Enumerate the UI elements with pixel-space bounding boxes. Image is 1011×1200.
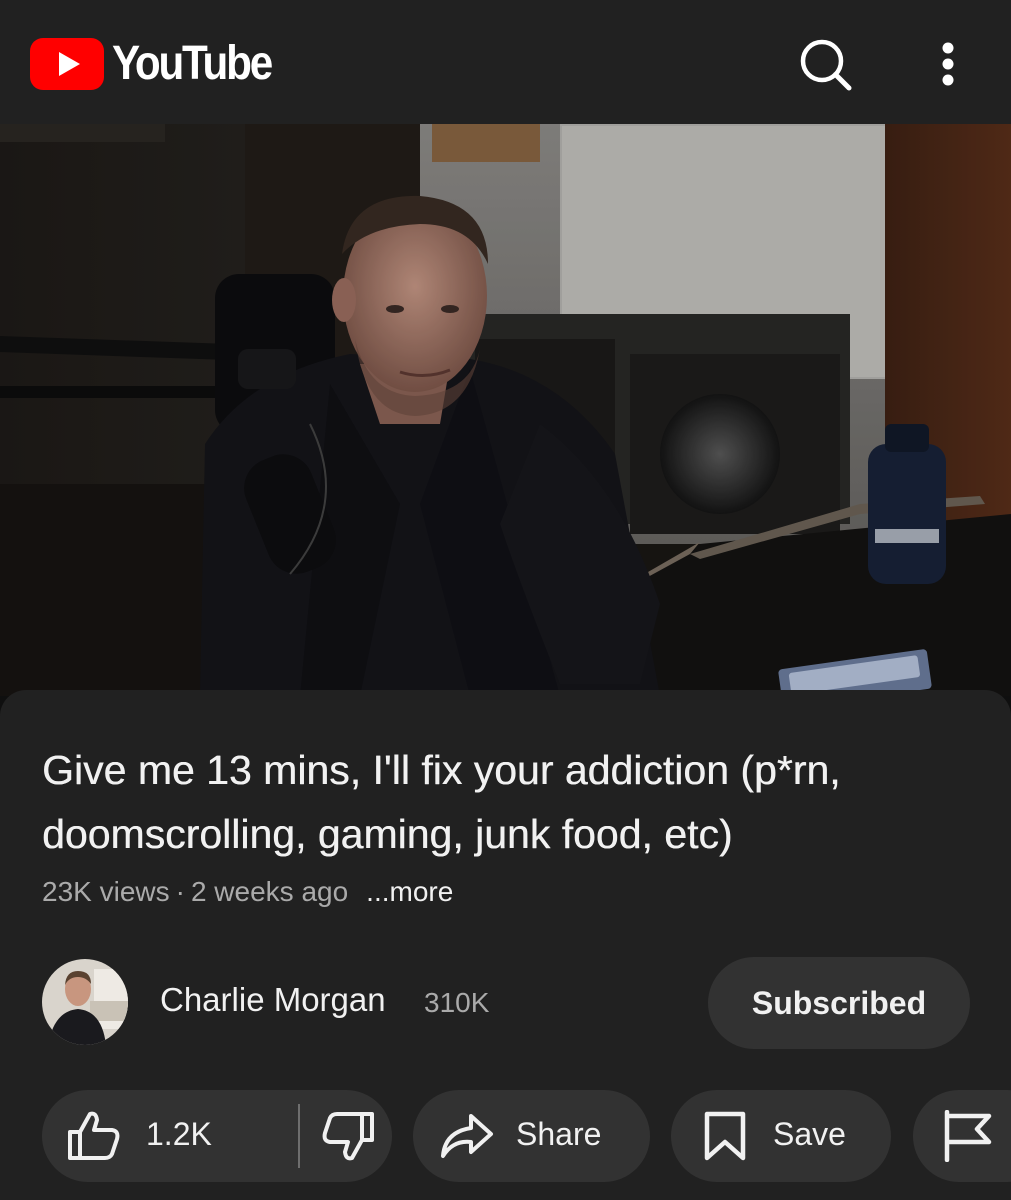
more-description-link[interactable]: ...more (366, 876, 453, 907)
avatar-image (42, 959, 128, 1045)
view-count: 23K views (42, 876, 170, 907)
bookmark-icon (704, 1111, 746, 1161)
search-button[interactable] (795, 34, 855, 94)
youtube-logo[interactable]: YouTube (30, 38, 293, 90)
flag-icon (944, 1110, 992, 1162)
like-dislike-group: 1.2K (42, 1090, 392, 1182)
channel-avatar[interactable] (42, 959, 128, 1045)
share-button[interactable]: Share (413, 1090, 650, 1182)
video-player[interactable] (0, 124, 1011, 696)
report-button[interactable] (913, 1090, 1011, 1182)
dislike-button[interactable] (304, 1090, 392, 1182)
save-label: Save (773, 1116, 846, 1152)
upload-date: 2 weeks ago (190, 876, 349, 907)
meta-separator: · (175, 876, 185, 907)
more-options-button[interactable] (918, 34, 978, 94)
video-title[interactable]: Give me 13 mins, I'll fix your addiction… (42, 738, 972, 866)
subscriber-count: 310K (424, 987, 490, 1018)
like-count: 1.2K (146, 1116, 212, 1152)
like-button[interactable]: 1.2K (42, 1090, 256, 1182)
channel-name[interactable]: Charlie Morgan (160, 981, 386, 1019)
play-logo-icon (30, 38, 104, 90)
thumbs-down-icon (322, 1112, 374, 1161)
logo-wordmark: YouTube (112, 37, 273, 90)
top-app-bar: YouTube (0, 0, 1011, 124)
share-label: Share (516, 1116, 602, 1152)
save-button[interactable]: Save (671, 1090, 891, 1182)
video-frame-image (0, 124, 1011, 696)
search-icon (800, 39, 852, 91)
thumbs-up-icon (68, 1111, 120, 1160)
share-arrow-icon (441, 1114, 493, 1158)
like-dislike-divider (298, 1104, 300, 1168)
video-metadata[interactable]: 23K views · 2 weeks ago ...more (42, 876, 453, 908)
subscribed-button[interactable]: Subscribed (708, 957, 970, 1049)
more-vert-icon (942, 42, 954, 86)
